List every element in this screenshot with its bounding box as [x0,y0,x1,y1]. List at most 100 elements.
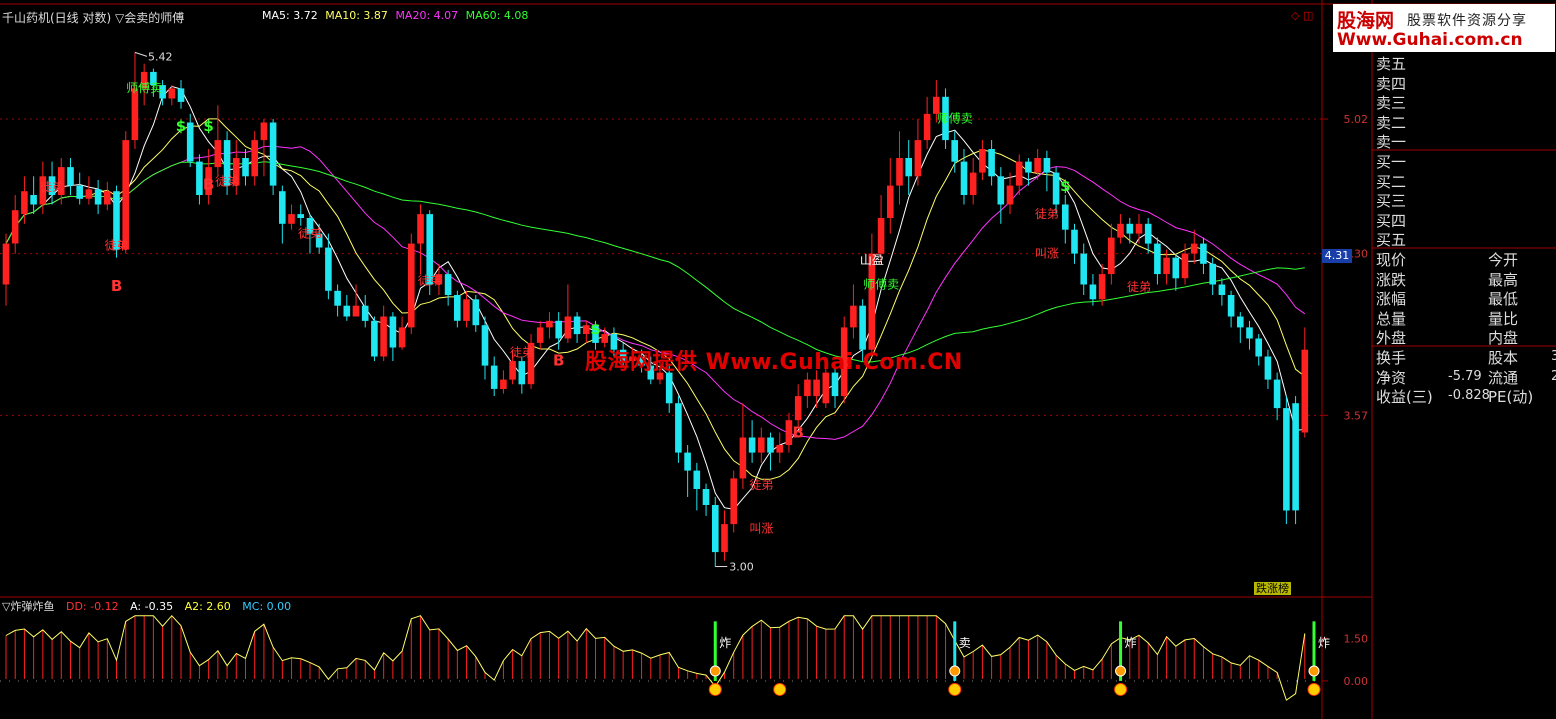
candle-body[interactable] [794,396,802,421]
candle-body[interactable] [960,161,968,195]
candle-body[interactable] [1043,158,1051,173]
candle-body[interactable] [1264,356,1272,380]
candle-body[interactable] [969,172,977,195]
candle-body[interactable] [1034,158,1041,173]
candle-body[interactable] [850,305,857,328]
candle-body[interactable] [675,403,682,453]
site-logo[interactable]: 股海网 股票软件资源分享 Www.Guhai.com.cn [1333,4,1555,52]
candle-body[interactable] [951,140,958,162]
candle-body[interactable] [684,452,691,471]
candle-body[interactable] [914,140,922,177]
candle-body[interactable] [1273,379,1281,409]
candle-body[interactable] [758,437,765,453]
candle-body[interactable] [76,185,83,199]
candle-body[interactable] [1098,274,1106,300]
candle-body[interactable] [352,305,360,317]
candle-body[interactable] [1172,257,1180,279]
candle-body[interactable] [260,122,268,141]
candle-body[interactable] [896,158,903,186]
candle-body[interactable] [168,88,176,99]
candle-body[interactable] [776,445,783,453]
candle-body[interactable] [1227,295,1235,317]
candle-body[interactable] [693,470,701,489]
candle-body[interactable] [1052,172,1060,205]
candle-body[interactable] [371,320,378,357]
candle-body[interactable] [251,140,258,177]
candle-body[interactable] [472,299,480,326]
candle-body[interactable] [380,316,387,357]
candle-body[interactable] [923,113,931,141]
candle-body[interactable] [1181,253,1189,279]
candle-body[interactable] [444,274,452,295]
candle-body[interactable] [1163,257,1170,275]
candle-body[interactable] [1209,263,1216,285]
candle-body[interactable] [131,88,139,141]
candle-body[interactable] [1190,243,1198,254]
candle-body[interactable] [518,361,526,385]
fall-rank-button[interactable]: 跌涨榜 [1254,582,1291,595]
candle-body[interactable] [361,305,369,321]
candle-body[interactable] [1237,316,1244,328]
candle-body[interactable] [297,214,304,218]
candle-body[interactable] [1283,408,1290,511]
candle-body[interactable] [242,158,249,177]
candle-body[interactable] [214,140,222,168]
candle-body[interactable] [1117,223,1124,238]
candle-body[interactable] [813,379,820,397]
candle-body[interactable] [1126,223,1134,234]
candle-body[interactable] [785,420,793,445]
candle-body[interactable] [2,243,10,285]
candle-body[interactable] [509,361,516,380]
candle-body[interactable] [739,437,747,479]
candle-body[interactable] [343,305,351,317]
candle-body[interactable] [279,191,286,224]
candle-body[interactable] [1135,223,1143,234]
candle-body[interactable] [454,295,461,321]
candle-body[interactable] [702,489,710,505]
candle-body[interactable] [601,334,608,343]
candle-body[interactable] [536,327,544,343]
candle-body[interactable] [269,122,277,186]
candle-body[interactable] [21,191,28,215]
candle-body[interactable] [555,320,562,339]
candle-body[interactable] [490,365,498,389]
candle-body[interactable] [288,214,295,224]
candle-body[interactable] [831,372,839,397]
candle-body[interactable] [1200,243,1207,264]
candle-body[interactable] [767,437,774,453]
candle-body[interactable] [1080,253,1087,285]
candle-body[interactable] [748,437,756,453]
candle-body[interactable] [583,325,590,334]
candle-body[interactable] [573,316,581,335]
candle-body[interactable] [1006,185,1014,205]
candle-body[interactable] [1301,349,1309,433]
candle-body[interactable] [186,122,194,162]
candle-body[interactable] [979,149,986,173]
candle-body[interactable] [1108,237,1115,275]
candle-body[interactable] [481,325,489,366]
candle-body[interactable] [11,210,19,244]
candle-body[interactable] [887,185,894,218]
candle-body[interactable] [1071,229,1078,254]
candle-body[interactable] [546,320,553,328]
candle-body[interactable] [721,524,728,553]
candle-body[interactable] [1062,204,1069,230]
candle-body[interactable] [564,316,572,339]
candle-body[interactable] [730,478,737,525]
candle-body[interactable] [389,316,397,348]
candle-body[interactable] [877,218,885,254]
candle-body[interactable] [822,372,830,404]
candle-body[interactable] [122,140,129,250]
window-control-icon[interactable]: ◇ ◫ [1291,9,1313,22]
candle-body[interactable] [1292,403,1299,511]
candle-body[interactable] [85,189,93,199]
candle-body[interactable] [104,191,111,205]
candle-body[interactable] [1144,223,1152,244]
candle-body[interactable] [905,158,912,177]
candle-body[interactable] [1089,284,1097,300]
candle-body[interactable] [463,299,470,321]
candle-body[interactable] [94,189,102,205]
candle-body[interactable] [417,214,424,244]
candle-body[interactable] [500,379,507,389]
candle-body[interactable] [334,290,341,306]
